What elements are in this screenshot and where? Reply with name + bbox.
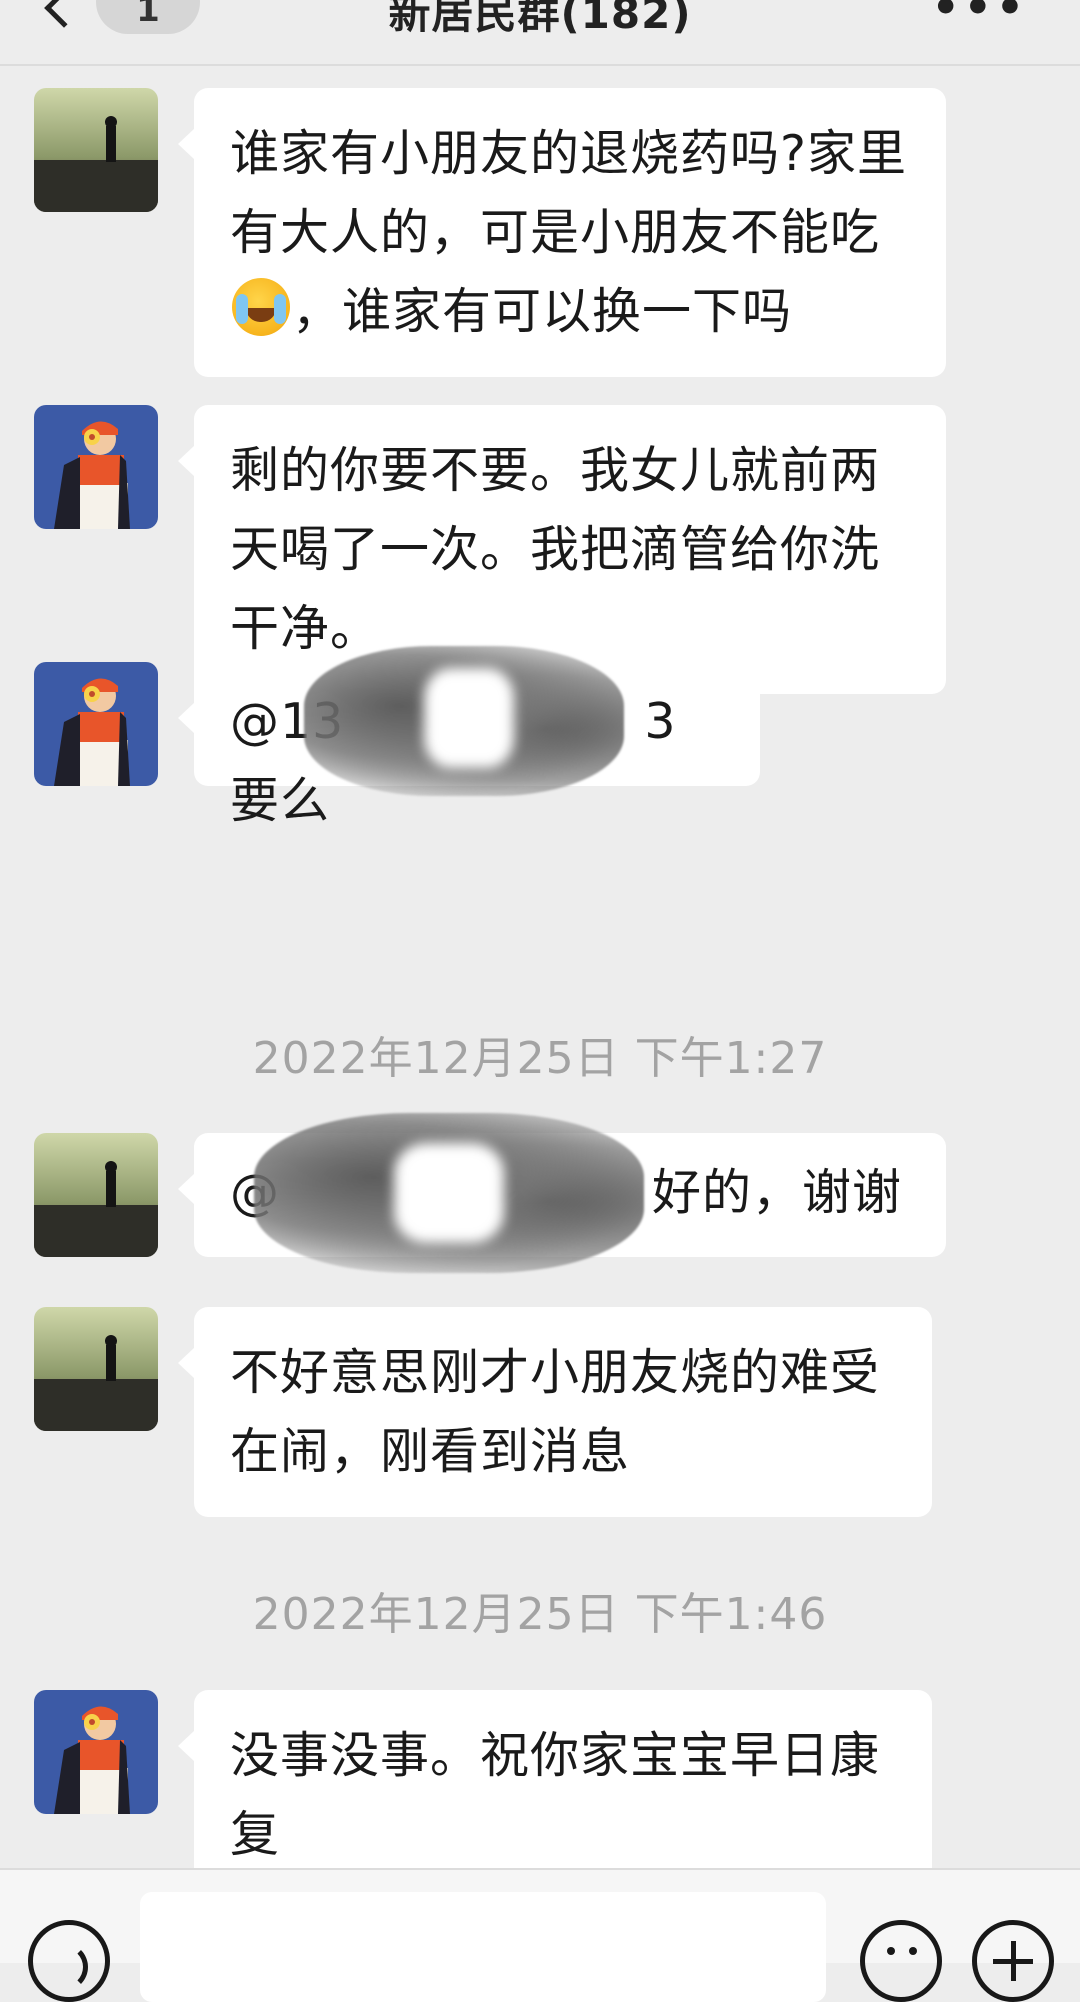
landscape-avatar-icon xyxy=(34,1307,158,1431)
redaction-highlight xyxy=(424,668,514,768)
message-text: 没事没事。祝你家宝宝早日康复 xyxy=(230,1727,881,1863)
voice-icon[interactable] xyxy=(28,1920,110,2002)
chat-title: 新居民群(182) xyxy=(388,0,692,38)
more-options-button[interactable]: ••• xyxy=(932,0,1028,33)
message-text: 要么 xyxy=(230,772,331,829)
message-input[interactable] xyxy=(140,1892,826,2002)
message-text: 剩的你要不要。我女儿就前两天喝了一次。我把滴管给你洗干净。 xyxy=(230,442,881,657)
message-bubble[interactable]: @好的，谢谢 xyxy=(178,1113,946,1273)
input-bar xyxy=(0,1868,1080,2002)
crying-face-emoji-icon xyxy=(232,278,290,336)
chat-header: 1 新居民群(182) ••• xyxy=(0,0,1080,66)
message-bubble[interactable]: 谁家有小朋友的退烧药吗?家里有大人的，可是小朋友不能吃 ，谁家有可以换一下吗 xyxy=(178,88,946,377)
mention-suffix: 3 xyxy=(644,693,677,750)
avatar[interactable] xyxy=(34,1690,158,1814)
redaction-highlight xyxy=(394,1143,504,1243)
message-text-continued: ，谁家有可以换一下吗 xyxy=(292,283,793,340)
message-text: 好的，谢谢 xyxy=(652,1164,903,1221)
message-text: 谁家有小朋友的退烧药吗?家里有大人的，可是小朋友不能吃 xyxy=(230,125,908,261)
message-bubble[interactable]: 剩的你要不要。我女儿就前两天喝了一次。我把滴管给你洗干净。 xyxy=(178,405,946,694)
plus-icon[interactable] xyxy=(972,1920,1054,2002)
landscape-avatar-icon xyxy=(34,88,158,212)
landscape-avatar-icon xyxy=(34,1133,158,1257)
avatar[interactable] xyxy=(34,1133,158,1257)
timestamp: 2022年12月25日 下午1:27 xyxy=(252,1033,828,1084)
avatar[interactable] xyxy=(34,662,158,786)
message-bubble[interactable]: 不好意思刚才小朋友烧的难受在闹，刚看到消息 xyxy=(178,1307,932,1517)
emoji-icon[interactable] xyxy=(860,1920,942,2002)
message-text: 不好意思刚才小朋友烧的难受在闹，刚看到消息 xyxy=(230,1344,881,1480)
girl-avatar-icon xyxy=(34,662,158,786)
girl-avatar-icon xyxy=(34,1690,158,1814)
girl-avatar-icon xyxy=(34,405,158,529)
avatar[interactable] xyxy=(34,88,158,212)
avatar[interactable] xyxy=(34,405,158,529)
timestamp: 2022年12月25日 下午1:46 xyxy=(252,1589,828,1640)
avatar[interactable] xyxy=(34,1307,158,1431)
message-bubble[interactable]: @13 3 要么 xyxy=(178,646,760,829)
